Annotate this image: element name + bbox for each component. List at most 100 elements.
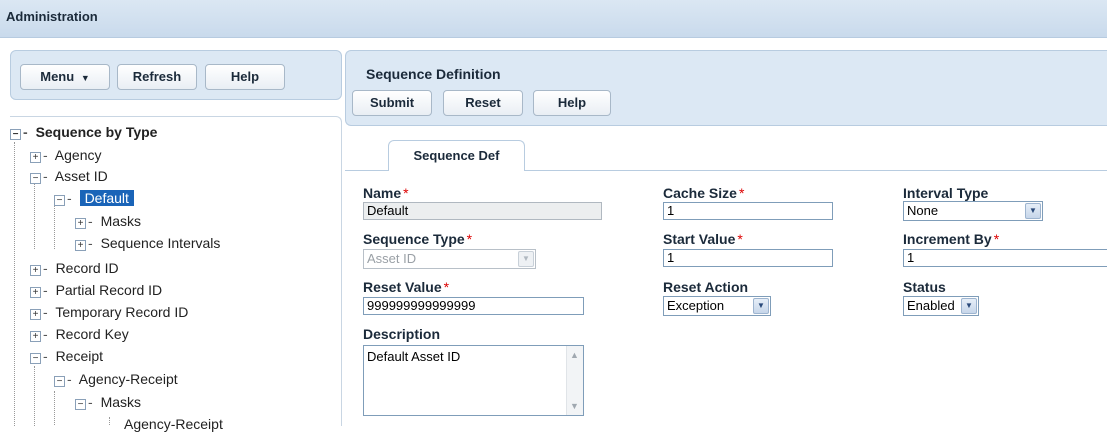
expand-icon[interactable]: + <box>75 218 86 229</box>
collapse-icon[interactable]: − <box>75 399 86 410</box>
cache-size-label-text: Cache Size <box>663 185 737 201</box>
sequence-type-value: Asset ID <box>367 251 417 266</box>
tree-item-record-id[interactable]: + - Record ID <box>30 260 119 276</box>
status-select[interactable]: Enabled ▼ <box>903 296 979 316</box>
reset-value-field[interactable]: 999999999999999 <box>363 297 584 315</box>
required-mark: * <box>738 185 745 201</box>
expand-icon[interactable]: + <box>30 331 41 342</box>
menu-button[interactable]: Menu ▼ <box>20 64 110 90</box>
status-value: Enabled <box>907 298 955 313</box>
interval-type-value: None <box>907 203 939 218</box>
scroll-up-icon[interactable]: ▲ <box>570 350 579 360</box>
tree-item-label: Agency-Receipt <box>78 371 178 387</box>
tab-gap <box>389 169 524 172</box>
tree-item-agency-receipt[interactable]: − - Agency-Receipt <box>54 371 178 387</box>
chevron-down-icon: ▼ <box>518 251 534 267</box>
tree-item-label: Asset ID <box>54 168 108 184</box>
collapse-icon[interactable]: − <box>54 376 65 387</box>
tree-item-temporary-record-id[interactable]: + - Temporary Record ID <box>30 304 188 320</box>
increment-by-field[interactable]: 1 <box>903 249 1107 267</box>
reset-button[interactable]: Reset <box>443 90 523 116</box>
description-label: Description <box>363 326 441 342</box>
tree-root-label: Sequence by Type <box>35 124 158 140</box>
reset-value-label-text: Reset Value <box>363 279 442 295</box>
tree-item-record-key[interactable]: + - Record Key <box>30 326 129 342</box>
chevron-down-icon: ▼ <box>961 298 977 314</box>
reset-action-select[interactable]: Exception ▼ <box>663 296 771 316</box>
tree-item-receipt-masks[interactable]: − - Masks <box>75 394 141 410</box>
reset-action-value: Exception <box>667 298 725 313</box>
interval-type-label: Interval Type <box>903 185 989 201</box>
tree-item-partial-record-id[interactable]: + - Partial Record ID <box>30 282 162 298</box>
left-toolbar: Menu ▼ Refresh Help <box>10 50 342 100</box>
required-mark: * <box>466 231 473 247</box>
chevron-down-icon: ▼ <box>753 298 769 314</box>
expand-icon[interactable]: + <box>75 240 86 251</box>
description-field[interactable]: Default Asset ID ▲ ▼ <box>363 345 584 416</box>
reset-action-label: Reset Action <box>663 279 749 295</box>
refresh-button[interactable]: Refresh <box>117 64 197 90</box>
tree-item-label: Receipt <box>55 348 104 364</box>
status-label: Status <box>903 279 946 295</box>
tab-sequence-def[interactable]: Sequence Def <box>388 140 525 171</box>
tree-item-label: Masks <box>100 394 142 410</box>
chevron-down-icon: ▼ <box>80 73 90 83</box>
help-button-left[interactable]: Help <box>205 64 285 90</box>
tree-item-label: Partial Record ID <box>55 282 163 298</box>
sequence-definition-header: Sequence Definition Submit Reset Help <box>345 50 1107 126</box>
scroll-down-icon[interactable]: ▼ <box>570 401 579 411</box>
sequence-type-label-text: Sequence Type <box>363 231 465 247</box>
tree-item-receipt[interactable]: − - Receipt <box>30 348 103 364</box>
start-value-label: Start Value * <box>663 231 743 247</box>
sequence-type-select[interactable]: Asset ID ▼ <box>363 249 536 269</box>
tree-item-masks[interactable]: + - Masks <box>75 213 141 229</box>
name-field[interactable]: Default <box>363 202 602 220</box>
required-mark: * <box>403 185 409 201</box>
tree-item-label: Sequence Intervals <box>100 235 221 251</box>
help-button[interactable]: Help <box>533 90 611 116</box>
description-scrollbar[interactable]: ▲ ▼ <box>566 346 583 415</box>
tree-item-label: Agency <box>54 147 102 163</box>
tree-item-sequence-intervals[interactable]: + - Sequence Intervals <box>75 235 220 251</box>
tree-item-agency-receipt-mask[interactable]: Agency-Receipt <box>124 416 223 432</box>
name-label: Name * <box>363 185 409 201</box>
menu-button-label: Menu <box>40 69 75 84</box>
expand-icon[interactable]: + <box>30 265 41 276</box>
reset-value-label: Reset Value * <box>363 279 449 295</box>
tree-item-default[interactable]: − - Default <box>54 190 134 206</box>
chevron-down-icon: ▼ <box>1025 203 1041 219</box>
expand-icon[interactable]: + <box>30 152 41 163</box>
collapse-icon[interactable]: − <box>10 129 21 140</box>
collapse-icon[interactable]: − <box>30 173 41 184</box>
start-value-label-text: Start Value <box>663 231 736 247</box>
submit-button[interactable]: Submit <box>352 90 432 116</box>
increment-by-label: Increment By * <box>903 231 999 247</box>
tree-item-agency[interactable]: + - Agency <box>30 147 102 163</box>
description-value: Default Asset ID <box>367 349 461 364</box>
start-value-field[interactable]: 1 <box>663 249 833 267</box>
cache-size-field[interactable]: 1 <box>663 202 833 220</box>
collapse-icon[interactable]: − <box>54 195 65 206</box>
expand-icon[interactable]: + <box>30 287 41 298</box>
tree-item-label: Masks <box>100 213 142 229</box>
expand-icon[interactable]: + <box>30 309 41 320</box>
tree-item-label: Record ID <box>55 260 119 276</box>
increment-by-label-text: Increment By <box>903 231 992 247</box>
name-label-text: Name <box>363 185 402 201</box>
interval-type-select[interactable]: None ▼ <box>903 201 1043 221</box>
required-mark: * <box>443 279 450 295</box>
page-title: Sequence Definition <box>366 66 501 82</box>
tree-item-label: Default <box>79 190 134 206</box>
sequence-type-label: Sequence Type * <box>363 231 472 247</box>
cache-size-label: Cache Size * <box>663 185 744 201</box>
tree-item-label: Temporary Record ID <box>55 304 189 320</box>
tree-item-label: Agency-Receipt <box>124 416 223 432</box>
tree-root[interactable]: − - Sequence by Type <box>10 124 157 140</box>
app-title: Administration <box>6 9 98 24</box>
tree-item-asset-id[interactable]: − - Asset ID <box>30 168 108 184</box>
required-mark: * <box>993 231 1000 247</box>
required-mark: * <box>737 231 743 247</box>
collapse-icon[interactable]: − <box>30 353 41 364</box>
tree-item-label: Record Key <box>55 326 129 342</box>
app-titlebar: Administration <box>0 0 1107 38</box>
